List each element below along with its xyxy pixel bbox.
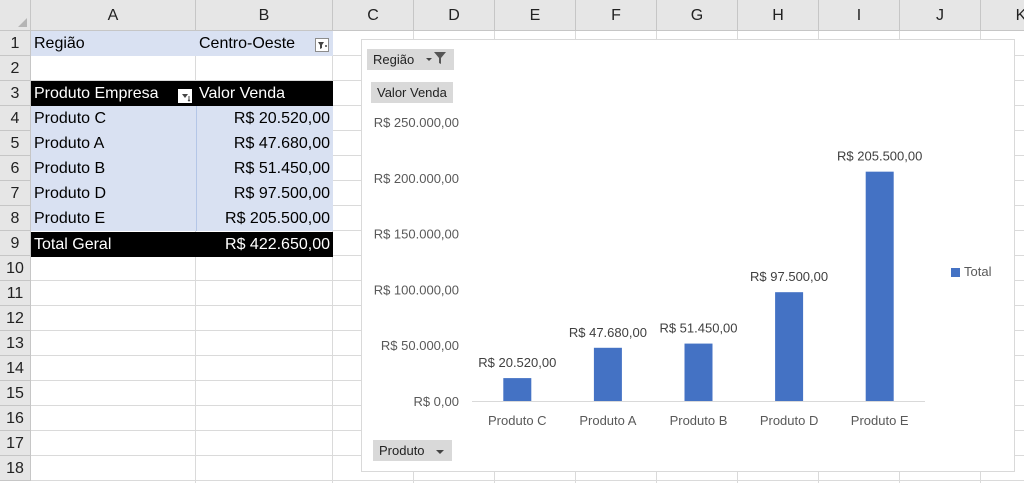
bar[interactable]: [775, 292, 804, 401]
bar[interactable]: [503, 378, 532, 401]
y-tick-label: R$ 150.000,00: [374, 227, 459, 242]
y-tick-label: R$ 100.000,00: [374, 282, 459, 297]
chart-legend[interactable]: Total: [951, 264, 991, 279]
bar[interactable]: [684, 343, 713, 401]
chart-plot-area: R$ 0,00 R$ 50.000,00 R$ 100.000,00 R$ 150.0…: [374, 115, 925, 428]
bar[interactable]: [593, 347, 622, 401]
legend-swatch: [951, 268, 960, 278]
data-label: R$ 51.450,00: [659, 321, 737, 336]
x-tick-label: Produto B: [670, 413, 728, 428]
y-tick-label: R$ 0,00: [413, 394, 459, 409]
data-label: R$ 97.500,00: [750, 269, 828, 284]
x-tick-label: Produto C: [488, 413, 547, 428]
y-tick-label: R$ 200.000,00: [374, 171, 459, 186]
x-tick-label: Produto D: [760, 413, 819, 428]
y-tick-label: R$ 50.000,00: [381, 338, 459, 353]
x-tick-label: Produto E: [851, 413, 909, 428]
data-label: R$ 47.680,00: [569, 325, 647, 340]
data-label: R$ 20.520,00: [478, 355, 556, 370]
data-label: R$ 205.500,00: [837, 149, 922, 164]
x-tick-label: Produto A: [579, 413, 636, 428]
legend-label: Total: [964, 264, 992, 279]
y-tick-label: R$ 250.000,00: [374, 115, 459, 130]
bar[interactable]: [865, 171, 894, 401]
